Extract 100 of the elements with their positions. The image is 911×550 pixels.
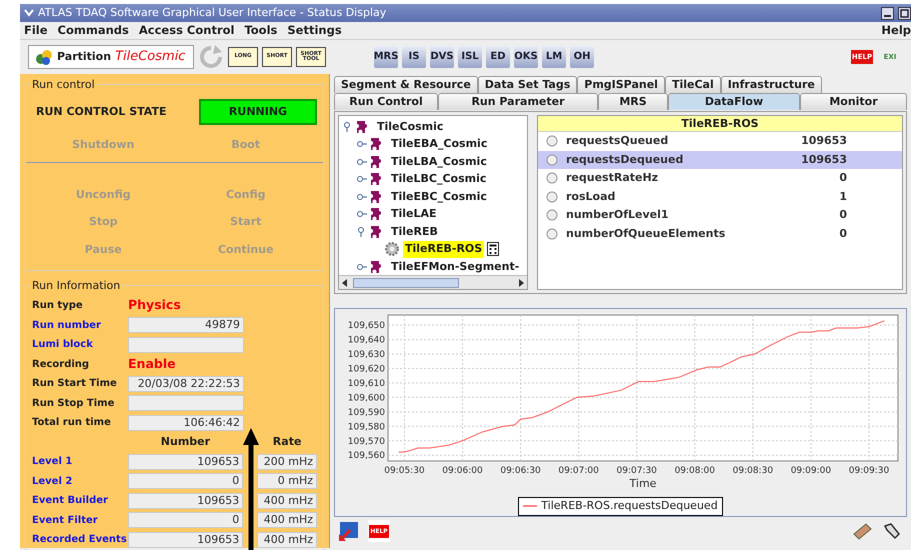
tab[interactable]: Segment & Resource	[334, 76, 478, 93]
radio-icon[interactable]	[546, 228, 558, 240]
toolbar-button[interactable]: OKS	[514, 46, 538, 68]
y-tick-label: 109,580	[348, 422, 385, 432]
attribute-name: numberOfQueueElements	[566, 226, 726, 242]
table-row[interactable]: requestRateHz 0	[538, 169, 902, 188]
menu-item[interactable]: Help	[881, 22, 911, 40]
toolbar-button[interactable]: ISL	[458, 46, 482, 68]
window-title: ATLAS TDAQ Software Graphical User Interface - Status Display	[38, 4, 386, 21]
tree-item[interactable]: TileLAE	[389, 206, 439, 222]
counter-label[interactable]: Event Filter	[32, 512, 128, 528]
table-row[interactable]: requestsDequeued 109653	[538, 150, 902, 169]
partition-name: TileCosmic	[115, 48, 186, 66]
field-label[interactable]: Lumi block	[32, 337, 128, 352]
expand-handle-icon[interactable]	[357, 174, 367, 184]
field-value: Enable	[128, 354, 176, 373]
tree-item[interactable]: TileCosmic	[375, 118, 446, 135]
radio-icon[interactable]	[546, 135, 558, 148]
menu-item[interactable]: File	[24, 22, 48, 40]
expand-handle-icon[interactable]	[357, 262, 367, 272]
radio-icon[interactable]	[546, 154, 558, 166]
expand-handle-icon[interactable]	[357, 209, 367, 220]
menu-item[interactable]: Access Control	[138, 22, 234, 40]
table-row[interactable]: numberOfQueueElements 0	[538, 224, 902, 243]
x-tick-label: 09:09:30	[848, 466, 890, 476]
scrollbar-thumb[interactable]	[353, 278, 459, 288]
toolbar-button[interactable]: LM	[542, 46, 566, 68]
exit-panel-icon[interactable]	[338, 520, 360, 542]
tab[interactable]: DataFlow	[668, 93, 800, 110]
menu-item[interactable]: Tools	[244, 22, 278, 40]
field-value: Physics	[128, 296, 181, 314]
y-tick-label: 109,650	[348, 321, 385, 332]
tab[interactable]: Data Set Tags	[478, 76, 578, 93]
maximize-icon[interactable]	[898, 6, 911, 20]
tree-item[interactable]: TileEFMon-Segment-	[389, 258, 522, 275]
field-label[interactable]: Run number	[32, 318, 128, 333]
tab[interactable]: Monitor	[800, 93, 907, 110]
minimize-icon[interactable]	[881, 6, 894, 20]
value-field: 109653	[128, 454, 244, 470]
rate-field: 400 mHz	[257, 492, 317, 509]
x-tick-label: 09:06:30	[500, 466, 541, 476]
expand-handle-icon[interactable]	[357, 139, 367, 150]
radio-icon[interactable]	[546, 172, 558, 184]
x-tick-label: 09:09:00	[790, 466, 832, 476]
table-row[interactable]: numberOfLevel1 0	[538, 206, 902, 224]
value-field: 0	[128, 473, 244, 490]
y-tick-label: 109,570	[348, 436, 385, 447]
toolbar-button[interactable]: OH	[570, 46, 594, 68]
tree-item[interactable]: TileEBA_Cosmic	[389, 136, 490, 152]
expand-handle-icon[interactable]	[357, 156, 367, 167]
tab[interactable]: Infrastructure	[720, 76, 822, 93]
table-row[interactable]: rosLoad 1	[538, 188, 902, 206]
rate-field: 200 mHz	[257, 454, 317, 470]
legend-label: TileREB-ROS.requestsDequeued	[541, 498, 718, 514]
column-header: Number	[160, 434, 212, 450]
x-tick-label: 09:07:00	[558, 466, 599, 476]
x-tick-label: 09:06:00	[442, 466, 483, 476]
column-header: Rate	[272, 434, 302, 450]
partition-label: Partition	[57, 48, 112, 65]
legend-line-icon	[523, 504, 538, 508]
toolbar-button[interactable]: IS	[402, 46, 426, 68]
partition-field[interactable]: Partition TileCosmic	[28, 45, 194, 69]
toolbar-button[interactable]: ED	[486, 46, 510, 68]
collapse-handle-icon[interactable]	[357, 226, 367, 237]
field-label: Recording	[32, 358, 90, 372]
value-field: 106:46:42	[128, 414, 244, 431]
tree-item[interactable]: TileREB-ROS	[403, 241, 484, 258]
calculator-icon[interactable]	[487, 242, 500, 256]
tab[interactable]: TileCal	[664, 76, 721, 93]
collapse-handle-icon[interactable]	[343, 122, 353, 132]
radio-icon[interactable]	[546, 190, 558, 203]
y-tick-label: 109,600	[348, 393, 385, 404]
counter-label[interactable]: Recorded Events	[32, 532, 128, 548]
gear-icon	[384, 241, 400, 258]
counter-label[interactable]: Level 2	[32, 474, 128, 489]
attribute-name: requestsDequeued	[566, 152, 684, 168]
state-label: RUN CONTROL STATE	[36, 104, 166, 120]
x-tick-label: 09:08:00	[674, 466, 715, 476]
tab[interactable]: PmgISPanel	[577, 76, 665, 93]
tab[interactable]: MRS	[598, 93, 668, 110]
tab[interactable]: Run Control	[334, 93, 438, 110]
toolbar-button[interactable]: MRS	[374, 46, 398, 68]
field-label: Total run time	[32, 416, 112, 430]
attribute-value: 0	[838, 170, 847, 186]
tree-item[interactable]: TileLBC_Cosmic	[389, 171, 488, 188]
toolbar-button[interactable]: DVS	[430, 46, 454, 68]
tab[interactable]: Run Parameter	[438, 93, 598, 110]
menu-item[interactable]: Commands	[58, 22, 129, 40]
window-menu-icon[interactable]	[24, 9, 34, 17]
counter-label[interactable]: Event Builder	[32, 493, 128, 508]
tree-item[interactable]: TileEBC_Cosmic	[389, 188, 489, 205]
expand-handle-icon[interactable]	[357, 192, 367, 202]
value-field: 20/03/08 22:22:53	[128, 376, 244, 392]
radio-icon[interactable]	[546, 209, 558, 222]
counter-label[interactable]: Level 1	[32, 454, 128, 470]
tree-item[interactable]: TileLBA_Cosmic	[389, 154, 489, 170]
table-row[interactable]: requestsQueued 109653	[538, 132, 902, 150]
menu-item[interactable]: Settings	[287, 22, 342, 40]
rate-field: 0 mHz	[257, 473, 317, 490]
tree-item[interactable]: TileREB	[389, 224, 440, 240]
